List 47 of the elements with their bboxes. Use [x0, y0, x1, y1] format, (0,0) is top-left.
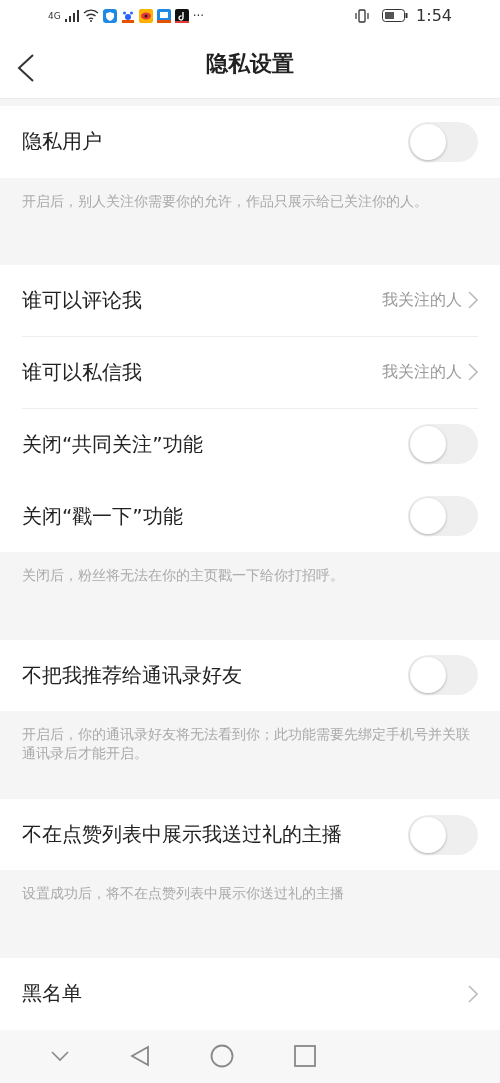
home-circle-icon[interactable]: [210, 1044, 234, 1069]
row-label: 关闭“戳一下”功能: [22, 502, 184, 530]
back-icon[interactable]: [16, 53, 36, 84]
row-value: 我关注的人: [382, 361, 462, 383]
toggle-switch[interactable]: [408, 655, 478, 696]
clock-time: 1:54: [416, 6, 452, 26]
network-label: 4G: [48, 10, 61, 21]
settings-row[interactable]: 关闭“戳一下”功能: [0, 480, 500, 553]
settings-row[interactable]: 谁可以私信我 我关注的人: [0, 336, 500, 409]
post-app-icon: [156, 8, 171, 23]
hint-text: 关闭后，粉丝将无法在你的主页戳一下给你打招呼。: [21, 566, 345, 586]
hint-text: 设置成功后，将不在点赞列表中展示你送过礼的主播: [21, 884, 345, 904]
chevron-right-icon: [468, 363, 478, 382]
row-label: 黑名单: [22, 980, 83, 1008]
hint-text: 开启后，你的通讯录好友将无法看到你；此功能需要先绑定手机号并关联通讯录后才能开启。: [21, 725, 471, 764]
chevron-right-icon: [468, 984, 478, 1003]
row-label: 谁可以评论我: [22, 286, 143, 314]
back-triangle-icon[interactable]: [130, 1045, 150, 1068]
row-label: 关闭“共同关注”功能: [22, 430, 204, 458]
signal-icon: [64, 9, 79, 22]
page-title: 隐私设置: [206, 50, 294, 79]
wifi-icon: [82, 9, 99, 23]
row-label: 不在点赞列表中展示我送过礼的主播: [22, 821, 343, 849]
settings-row[interactable]: 黑名单: [0, 957, 500, 1030]
settings-row[interactable]: 谁可以评论我 我关注的人: [0, 265, 500, 337]
chevron-right-icon: [468, 291, 478, 310]
settings-row[interactable]: 关闭“共同关注”功能: [0, 408, 500, 481]
more-notifications: ···: [192, 8, 205, 23]
vibrate-icon: [354, 8, 371, 23]
chevron-down-icon[interactable]: [50, 1050, 70, 1063]
toggle-switch[interactable]: [408, 121, 478, 162]
settings-row[interactable]: 隐私用户: [0, 105, 500, 178]
settings-row[interactable]: 不在点赞列表中展示我送过礼的主播: [0, 798, 500, 871]
music-app-icon: [174, 8, 189, 23]
toggle-switch[interactable]: [408, 424, 478, 464]
square-icon[interactable]: [294, 1045, 316, 1068]
hint-text: 开启后，别人关注你需要你的允许，作品只展示给已关注你的人。: [21, 191, 429, 211]
battery-icon: [382, 9, 409, 23]
eye-app-icon: [138, 8, 153, 23]
toggle-switch[interactable]: [408, 496, 478, 537]
row-label: 不把我推荐给通讯录好友: [22, 661, 243, 689]
shield-app-icon: [102, 8, 117, 23]
settings-row[interactable]: 不把我推荐给通讯录好友: [0, 639, 500, 712]
row-label: 隐私用户: [22, 128, 103, 156]
toggle-switch[interactable]: [408, 814, 478, 855]
row-value: 我关注的人: [382, 289, 462, 311]
row-label: 谁可以私信我: [22, 358, 143, 386]
